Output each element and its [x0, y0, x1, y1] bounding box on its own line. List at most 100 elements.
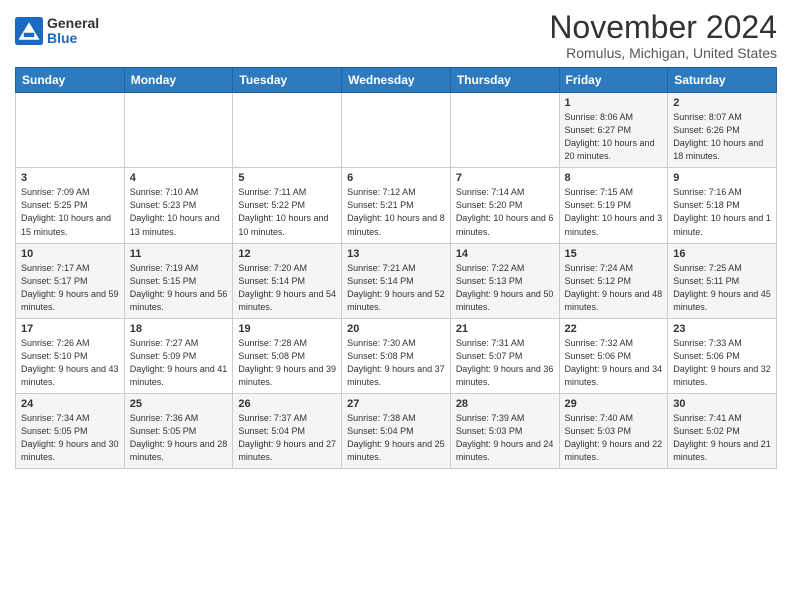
week-row-1: 1 Sunrise: 8:06 AM Sunset: 6:27 PM Daylig…	[16, 93, 777, 168]
day-number: 8	[565, 172, 663, 184]
day-info: Sunrise: 7:25 AM Sunset: 5:11 PM Dayligh…	[673, 262, 771, 314]
week-row-5: 24Sunrise: 7:34 AM Sunset: 5:05 PM Dayli…	[16, 393, 777, 468]
calendar-cell: 7 Sunrise: 7:14 AM Sunset: 5:20 PM Daylig…	[450, 168, 559, 243]
day-number: 11	[130, 248, 228, 260]
calendar-cell: 8 Sunrise: 7:15 AM Sunset: 5:19 PM Daylig…	[559, 168, 668, 243]
day-info: Sunrise: 7:10 AM Sunset: 5:23 PM Dayligh…	[130, 186, 228, 238]
weekday-header-saturday: Saturday	[668, 68, 777, 93]
day-number: 9	[673, 172, 771, 184]
month-title: November 2024	[549, 10, 777, 45]
day-info: Sunrise: 7:12 AM Sunset: 5:21 PM Dayligh…	[347, 186, 445, 238]
week-row-2: 3 Sunrise: 7:09 AM Sunset: 5:25 PM Daylig…	[16, 168, 777, 243]
day-info: Sunrise: 8:07 AM Sunset: 6:26 PM Dayligh…	[673, 111, 771, 163]
calendar-cell: 12 Sunrise: 7:20 AM Sunset: 5:14 PM Dayli…	[233, 243, 342, 318]
day-info: Sunrise: 7:11 AM Sunset: 5:22 PM Dayligh…	[238, 186, 336, 238]
calendar-cell: 10 Sunrise: 7:17 AM Sunset: 5:17 PM Dayli…	[16, 243, 125, 318]
weekday-header-row: SundayMondayTuesdayWednesdayThursdayFrid…	[16, 68, 777, 93]
day-number: 1	[565, 97, 663, 109]
day-info: Sunrise: 7:36 AM Sunset: 5:05 PM Dayligh…	[130, 412, 228, 464]
logo-blue-text: Blue	[47, 31, 99, 46]
day-info: Sunrise: 7:09 AM Sunset: 5:25 PM Dayligh…	[21, 186, 119, 238]
day-number: 23	[673, 323, 771, 335]
day-info: Sunrise: 7:15 AM Sunset: 5:19 PM Dayligh…	[565, 186, 663, 238]
calendar-cell: 29Sunrise: 7:40 AM Sunset: 5:03 PM Dayli…	[559, 393, 668, 468]
day-number: 25	[130, 398, 228, 410]
day-info: Sunrise: 7:22 AM Sunset: 5:13 PM Dayligh…	[456, 262, 554, 314]
header: General Blue November 2024 Romulus, Mich…	[15, 10, 777, 61]
calendar-cell: 25 Sunrise: 7:36 AM Sunset: 5:05 PM Dayli…	[124, 393, 233, 468]
day-number: 20	[347, 323, 445, 335]
calendar-cell: 6 Sunrise: 7:12 AM Sunset: 5:21 PM Daylig…	[342, 168, 451, 243]
day-info: Sunrise: 7:37 AM Sunset: 5:04 PM Dayligh…	[238, 412, 336, 464]
day-info: Sunrise: 7:27 AM Sunset: 5:09 PM Dayligh…	[130, 337, 228, 389]
logo-icon	[15, 17, 43, 45]
calendar-cell	[16, 93, 125, 168]
day-number: 16	[673, 248, 771, 260]
day-info: Sunrise: 8:06 AM Sunset: 6:27 PM Dayligh…	[565, 111, 663, 163]
day-info: Sunrise: 7:30 AM Sunset: 5:08 PM Dayligh…	[347, 337, 445, 389]
day-info: Sunrise: 7:19 AM Sunset: 5:15 PM Dayligh…	[130, 262, 228, 314]
title-block: November 2024 Romulus, Michigan, United …	[549, 10, 777, 61]
day-number: 6	[347, 172, 445, 184]
calendar-cell: 9 Sunrise: 7:16 AM Sunset: 5:18 PM Daylig…	[668, 168, 777, 243]
day-number: 10	[21, 248, 119, 260]
day-number: 22	[565, 323, 663, 335]
calendar-cell: 1 Sunrise: 8:06 AM Sunset: 6:27 PM Daylig…	[559, 93, 668, 168]
calendar-cell: 17 Sunrise: 7:26 AM Sunset: 5:10 PM Dayli…	[16, 318, 125, 393]
day-number: 5	[238, 172, 336, 184]
day-number: 13	[347, 248, 445, 260]
calendar-cell: 26 Sunrise: 7:37 AM Sunset: 5:04 PM Dayli…	[233, 393, 342, 468]
day-info: Sunrise: 7:16 AM Sunset: 5:18 PM Dayligh…	[673, 186, 771, 238]
day-number: 17	[21, 323, 119, 335]
calendar-cell: 2 Sunrise: 8:07 AM Sunset: 6:26 PM Daylig…	[668, 93, 777, 168]
day-number: 29	[565, 398, 663, 410]
day-info: Sunrise: 7:20 AM Sunset: 5:14 PM Dayligh…	[238, 262, 336, 314]
weekday-header-sunday: Sunday	[16, 68, 125, 93]
logo: General Blue	[15, 16, 99, 47]
weekday-header-friday: Friday	[559, 68, 668, 93]
week-row-4: 17 Sunrise: 7:26 AM Sunset: 5:10 PM Dayli…	[16, 318, 777, 393]
calendar-cell: 19Sunrise: 7:28 AM Sunset: 5:08 PM Dayli…	[233, 318, 342, 393]
day-info: Sunrise: 7:28 AM Sunset: 5:08 PM Dayligh…	[238, 337, 336, 389]
day-number: 7	[456, 172, 554, 184]
weekday-header-thursday: Thursday	[450, 68, 559, 93]
day-number: 28	[456, 398, 554, 410]
day-number: 15	[565, 248, 663, 260]
day-info: Sunrise: 7:38 AM Sunset: 5:04 PM Dayligh…	[347, 412, 445, 464]
calendar-cell: 18 Sunrise: 7:27 AM Sunset: 5:09 PM Dayli…	[124, 318, 233, 393]
calendar-cell: 16 Sunrise: 7:25 AM Sunset: 5:11 PM Dayli…	[668, 243, 777, 318]
calendar-cell	[233, 93, 342, 168]
day-number: 27	[347, 398, 445, 410]
calendar-cell: 11 Sunrise: 7:19 AM Sunset: 5:15 PM Dayli…	[124, 243, 233, 318]
calendar-cell	[450, 93, 559, 168]
calendar-cell: 3 Sunrise: 7:09 AM Sunset: 5:25 PM Daylig…	[16, 168, 125, 243]
day-number: 26	[238, 398, 336, 410]
day-info: Sunrise: 7:24 AM Sunset: 5:12 PM Dayligh…	[565, 262, 663, 314]
calendar-cell: 15 Sunrise: 7:24 AM Sunset: 5:12 PM Dayli…	[559, 243, 668, 318]
day-info: Sunrise: 7:17 AM Sunset: 5:17 PM Dayligh…	[21, 262, 119, 314]
logo-general-text: General	[47, 16, 99, 31]
day-number: 12	[238, 248, 336, 260]
calendar-table: SundayMondayTuesdayWednesdayThursdayFrid…	[15, 67, 777, 469]
day-info: Sunrise: 7:26 AM Sunset: 5:10 PM Dayligh…	[21, 337, 119, 389]
day-info: Sunrise: 7:41 AM Sunset: 5:02 PM Dayligh…	[673, 412, 771, 464]
day-info: Sunrise: 7:14 AM Sunset: 5:20 PM Dayligh…	[456, 186, 554, 238]
day-number: 18	[130, 323, 228, 335]
day-number: 21	[456, 323, 554, 335]
calendar-cell	[342, 93, 451, 168]
calendar-cell: 30 Sunrise: 7:41 AM Sunset: 5:02 PM Dayli…	[668, 393, 777, 468]
week-row-3: 10 Sunrise: 7:17 AM Sunset: 5:17 PM Dayli…	[16, 243, 777, 318]
calendar-cell: 4Sunrise: 7:10 AM Sunset: 5:23 PM Daylig…	[124, 168, 233, 243]
calendar-cell: 13 Sunrise: 7:21 AM Sunset: 5:14 PM Dayli…	[342, 243, 451, 318]
day-number: 30	[673, 398, 771, 410]
weekday-header-monday: Monday	[124, 68, 233, 93]
calendar-cell: 5 Sunrise: 7:11 AM Sunset: 5:22 PM Daylig…	[233, 168, 342, 243]
day-number: 2	[673, 97, 771, 109]
calendar-cell: 14Sunrise: 7:22 AM Sunset: 5:13 PM Dayli…	[450, 243, 559, 318]
day-info: Sunrise: 7:34 AM Sunset: 5:05 PM Dayligh…	[21, 412, 119, 464]
calendar-cell: 23 Sunrise: 7:33 AM Sunset: 5:06 PM Dayli…	[668, 318, 777, 393]
day-number: 3	[21, 172, 119, 184]
calendar-cell: 20 Sunrise: 7:30 AM Sunset: 5:08 PM Dayli…	[342, 318, 451, 393]
day-info: Sunrise: 7:33 AM Sunset: 5:06 PM Dayligh…	[673, 337, 771, 389]
day-info: Sunrise: 7:21 AM Sunset: 5:14 PM Dayligh…	[347, 262, 445, 314]
